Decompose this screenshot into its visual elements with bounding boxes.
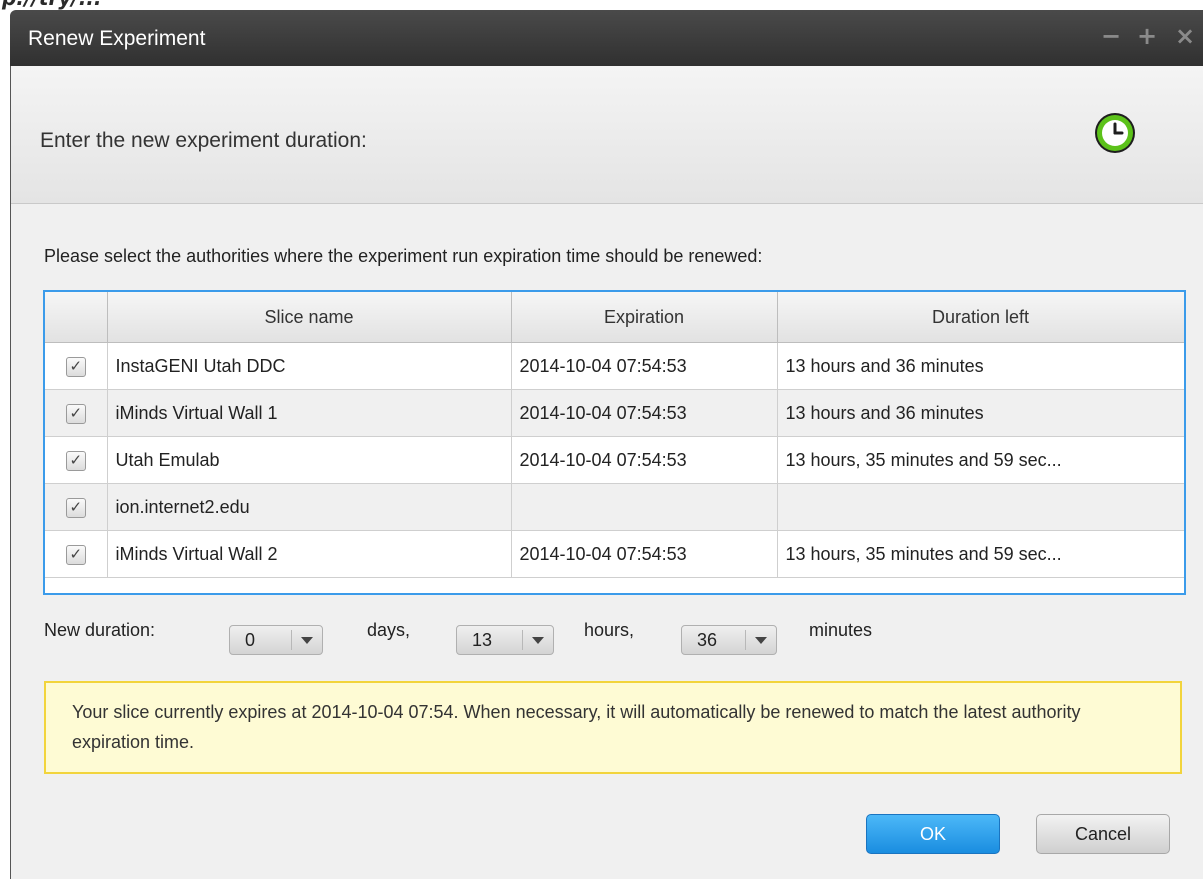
dropdown-separator xyxy=(291,630,292,650)
days-value: 0 xyxy=(245,630,256,650)
window-title: Renew Experiment xyxy=(28,27,206,50)
minutes-label: minutes xyxy=(809,620,873,640)
row-checkbox[interactable]: ✓ xyxy=(65,497,86,518)
duration-left-cell: 13 hours and 36 minutes xyxy=(777,342,1184,390)
title-bar[interactable]: Renew Experiment − + × xyxy=(10,10,1203,66)
new-duration-label: New duration: xyxy=(44,620,156,640)
dropdown-separator xyxy=(745,630,746,650)
dropdown-separator xyxy=(522,630,523,650)
table-row[interactable]: ✓ InstaGENI Utah DDC 2014-10-04 07:54:53… xyxy=(45,342,1184,390)
row-select-cell: ✓ xyxy=(45,530,108,578)
background-window-fragment: p://try/... xyxy=(0,0,1203,10)
slice-name-cell: Utah Emulab xyxy=(107,436,512,484)
expiry-notice: Your slice currently expires at 2014-10-… xyxy=(44,681,1182,774)
row-select-cell: ✓ xyxy=(45,389,108,437)
close-icon[interactable]: × xyxy=(1175,24,1195,48)
row-checkbox[interactable]: ✓ xyxy=(65,544,86,565)
cancel-button[interactable]: Cancel xyxy=(1036,814,1170,854)
maximize-icon[interactable]: + xyxy=(1137,24,1157,48)
clock-icon xyxy=(1095,113,1135,153)
row-checkbox[interactable]: ✓ xyxy=(65,403,86,424)
duration-left-cell: 13 hours, 35 minutes and 59 sec... xyxy=(777,530,1184,578)
expiration-cell: 2014-10-04 07:54:53 xyxy=(511,342,778,390)
dialog-body: Enter the new experiment duration: Pleas… xyxy=(10,66,1203,879)
hours-label: hours, xyxy=(584,620,635,640)
header-prompt: Enter the new experiment duration: xyxy=(40,129,367,152)
row-select-cell: ✓ xyxy=(45,436,108,484)
column-header-expiration[interactable]: Expiration xyxy=(511,292,778,343)
minimize-icon[interactable]: − xyxy=(1101,24,1121,48)
row-checkbox[interactable]: ✓ xyxy=(65,356,86,377)
days-label: days, xyxy=(367,620,411,640)
row-checkbox[interactable]: ✓ xyxy=(65,450,86,471)
hours-value: 13 xyxy=(472,630,493,650)
duration-left-cell xyxy=(777,483,1184,531)
table-row[interactable]: ✓ ion.internet2.edu xyxy=(45,483,1184,531)
hours-dropdown[interactable]: 13 xyxy=(456,625,554,655)
duration-left-cell: 13 hours, 35 minutes and 59 sec... xyxy=(777,436,1184,484)
minutes-value: 36 xyxy=(697,630,718,650)
chevron-down-icon xyxy=(301,637,313,644)
days-dropdown[interactable]: 0 xyxy=(229,625,323,655)
chevron-down-icon xyxy=(755,637,767,644)
slice-name-cell: ion.internet2.edu xyxy=(107,483,512,531)
column-header-slice-name[interactable]: Slice name xyxy=(107,292,512,343)
ok-button[interactable]: OK xyxy=(866,814,1000,854)
expiration-cell xyxy=(511,483,778,531)
table-row[interactable]: ✓ iMinds Virtual Wall 2 2014-10-04 07:54… xyxy=(45,530,1184,578)
background-fragment-text: p://try/... xyxy=(2,0,101,10)
renew-experiment-dialog: p://try/... Renew Experiment − + × Enter… xyxy=(0,0,1203,879)
instructions-text: Please select the authorities where the … xyxy=(44,246,763,266)
slice-name-cell: InstaGENI Utah DDC xyxy=(107,342,512,390)
table-row[interactable]: ✓ Utah Emulab 2014-10-04 07:54:53 13 hou… xyxy=(45,436,1184,484)
column-header-duration-left[interactable]: Duration left xyxy=(777,292,1184,343)
slice-name-cell: iMinds Virtual Wall 2 xyxy=(107,530,512,578)
expiration-cell: 2014-10-04 07:54:53 xyxy=(511,389,778,437)
duration-left-cell: 13 hours and 36 minutes xyxy=(777,389,1184,437)
expiration-cell: 2014-10-04 07:54:53 xyxy=(511,530,778,578)
table-header-row: Slice name Expiration Duration left xyxy=(45,292,1184,343)
row-select-cell: ✓ xyxy=(45,483,108,531)
chevron-down-icon xyxy=(532,637,544,644)
expiry-notice-text: Your slice currently expires at 2014-10-… xyxy=(72,702,1081,752)
table-row[interactable]: ✓ iMinds Virtual Wall 1 2014-10-04 07:54… xyxy=(45,389,1184,437)
dialog-header: Enter the new experiment duration: xyxy=(11,66,1203,204)
duration-row: New duration: 0 days, 13 hours, 36 minut… xyxy=(44,609,1184,659)
column-header-select[interactable] xyxy=(45,292,108,343)
slice-name-cell: iMinds Virtual Wall 1 xyxy=(107,389,512,437)
minutes-dropdown[interactable]: 36 xyxy=(681,625,777,655)
authorities-table: Slice name Expiration Duration left ✓ In… xyxy=(43,290,1186,595)
expiration-cell: 2014-10-04 07:54:53 xyxy=(511,436,778,484)
row-select-cell: ✓ xyxy=(45,342,108,390)
